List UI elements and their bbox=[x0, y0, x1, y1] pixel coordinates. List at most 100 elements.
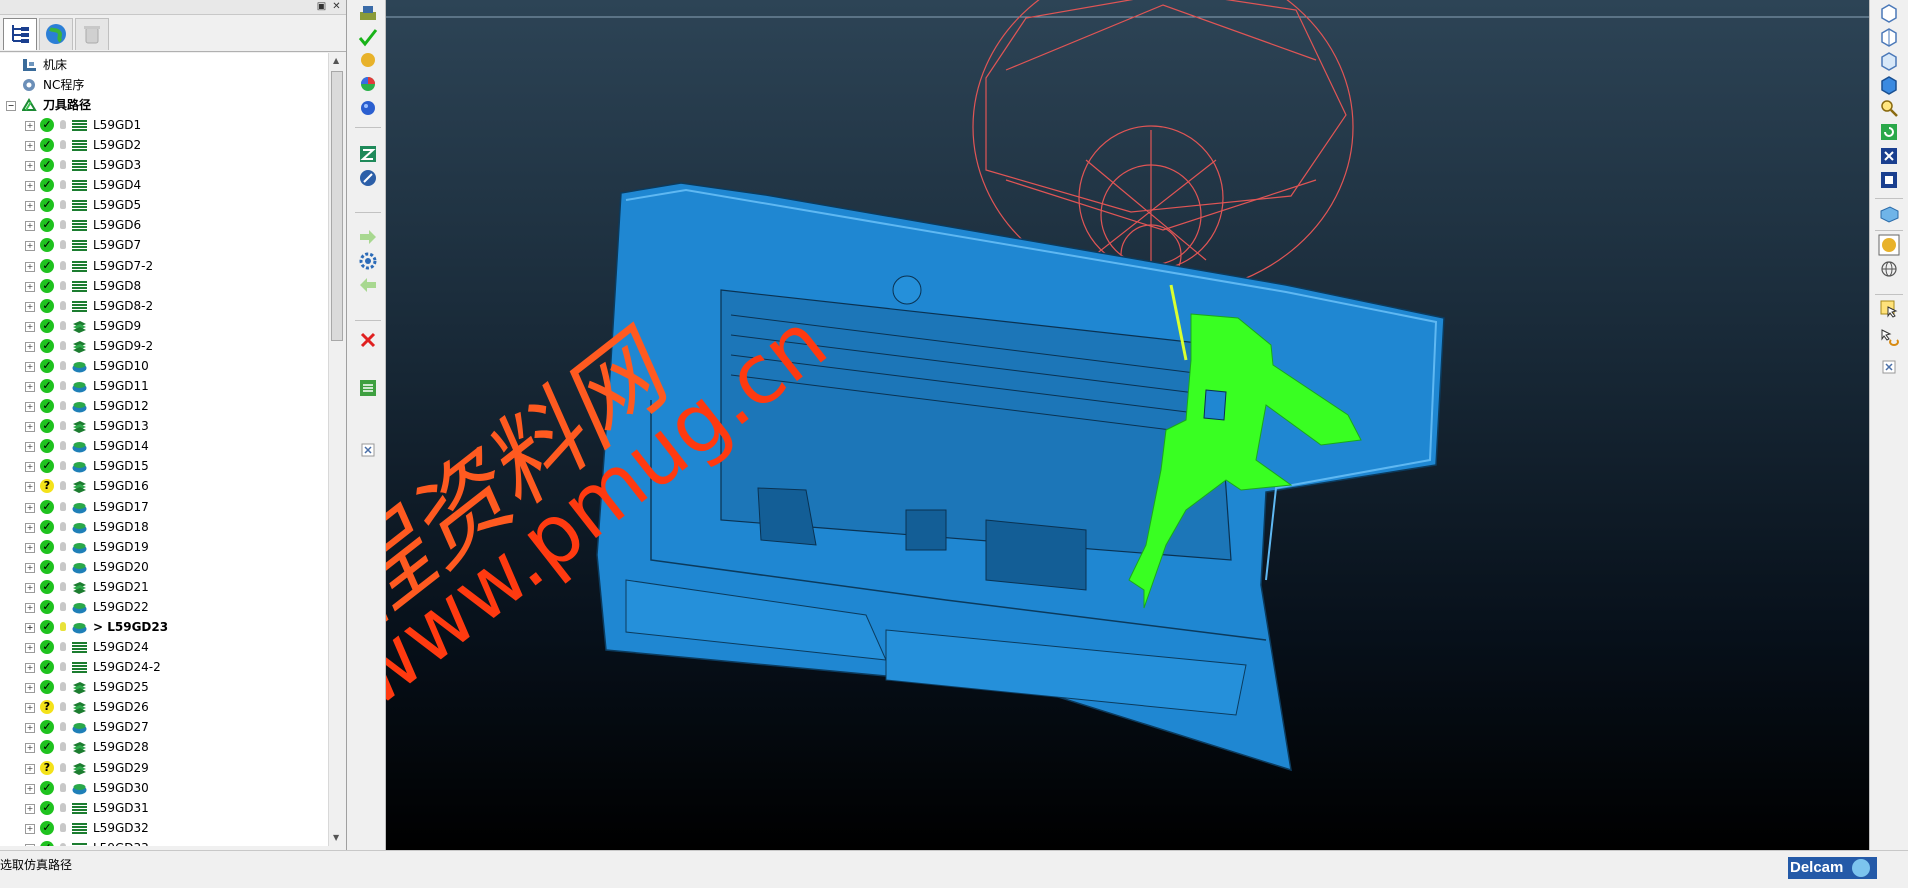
expand-icon[interactable]: + bbox=[25, 221, 35, 231]
lightbulb-icon[interactable] bbox=[60, 401, 66, 410]
expand-icon[interactable]: + bbox=[25, 844, 35, 846]
toolpath-row[interactable]: +✓L59GD14 bbox=[0, 436, 328, 456]
globe-tab[interactable] bbox=[39, 18, 73, 50]
tree-item-machine[interactable]: 机床 bbox=[0, 55, 328, 75]
tree-item-toolpaths[interactable]: − 刀具路径 bbox=[0, 95, 328, 115]
lightbulb-icon[interactable] bbox=[60, 200, 66, 209]
shaded-view-icon[interactable] bbox=[1878, 234, 1900, 256]
lightbulb-icon[interactable] bbox=[60, 261, 66, 270]
expand-icon[interactable]: + bbox=[25, 764, 35, 774]
view-iso3-icon[interactable] bbox=[1878, 49, 1900, 71]
lightbulb-icon[interactable] bbox=[60, 180, 66, 189]
lightbulb-icon[interactable] bbox=[60, 582, 66, 591]
expand-icon[interactable]: + bbox=[25, 703, 35, 713]
blue-shading-icon[interactable] bbox=[357, 97, 379, 119]
scroll-up-icon[interactable]: ▲ bbox=[333, 56, 339, 65]
toolpath-row[interactable]: +✓L59GD7 bbox=[0, 235, 328, 255]
checkmark-icon[interactable] bbox=[357, 26, 379, 48]
select-cursor-icon[interactable] bbox=[1878, 298, 1900, 320]
block-icon[interactable] bbox=[1878, 202, 1900, 224]
lightbulb-icon[interactable] bbox=[60, 763, 66, 772]
toolpath-row[interactable]: +✓L59GD6 bbox=[0, 215, 328, 235]
expand-icon[interactable]: + bbox=[25, 503, 35, 513]
lightbulb-icon[interactable] bbox=[60, 642, 66, 651]
stock-model-icon[interactable] bbox=[357, 143, 379, 165]
lightbulb-icon[interactable] bbox=[60, 742, 66, 751]
toolpath-row[interactable]: +✓L59GD10 bbox=[0, 356, 328, 376]
expand-icon[interactable]: + bbox=[25, 804, 35, 814]
view-cube-icon[interactable] bbox=[1878, 73, 1900, 95]
expand-icon[interactable]: + bbox=[25, 422, 35, 432]
lightbulb-icon[interactable] bbox=[60, 120, 66, 129]
expand-icon[interactable]: + bbox=[25, 181, 35, 191]
tree-item-nc-programs[interactable]: NC程序 bbox=[0, 75, 328, 95]
lightbulb-icon[interactable] bbox=[60, 481, 66, 490]
expand-icon[interactable]: + bbox=[25, 201, 35, 211]
forward-arrow-icon[interactable] bbox=[357, 226, 379, 248]
refresh-icon[interactable] bbox=[1878, 121, 1900, 143]
toolpath-row[interactable]: +✓L59GD21 bbox=[0, 577, 328, 597]
toolpath-row[interactable]: +✓L59GD24 bbox=[0, 637, 328, 657]
simulation-icon[interactable] bbox=[357, 2, 379, 24]
lightbulb-icon[interactable] bbox=[60, 441, 66, 450]
toolpath-row[interactable]: +✓L59GD9-2 bbox=[0, 336, 328, 356]
toolpath-row[interactable]: +✓L59GD30 bbox=[0, 778, 328, 798]
lightbulb-icon[interactable] bbox=[60, 602, 66, 611]
expand-icon[interactable]: + bbox=[25, 563, 35, 573]
expand-icon[interactable]: + bbox=[25, 382, 35, 392]
expand-icon[interactable]: + bbox=[25, 603, 35, 613]
lightbulb-icon[interactable] bbox=[60, 702, 66, 711]
explorer-tree-tab[interactable] bbox=[3, 18, 37, 50]
toolpath-row[interactable]: +✓L59GD20 bbox=[0, 557, 328, 577]
expand-icon[interactable]: + bbox=[25, 302, 35, 312]
shading-ball-icon[interactable] bbox=[357, 49, 379, 71]
toolpath-row[interactable]: +✓L59GD11 bbox=[0, 376, 328, 396]
expand-icon[interactable]: + bbox=[25, 462, 35, 472]
expand-icon[interactable]: + bbox=[25, 543, 35, 553]
expand-icon[interactable]: + bbox=[25, 623, 35, 633]
list-panel-icon[interactable] bbox=[357, 377, 379, 399]
lightbulb-icon[interactable] bbox=[60, 562, 66, 571]
toolpath-row[interactable]: +✓L59GD8 bbox=[0, 276, 328, 296]
toolpath-row[interactable]: +✓L59GD4 bbox=[0, 175, 328, 195]
lightbulb-icon[interactable] bbox=[60, 381, 66, 390]
toolpath-row[interactable]: +✓L59GD17 bbox=[0, 497, 328, 517]
toolpath-row[interactable]: +✓L59GD31 bbox=[0, 798, 328, 818]
expand-icon[interactable]: + bbox=[25, 643, 35, 653]
lightbulb-icon[interactable] bbox=[60, 341, 66, 350]
settings-gear-icon[interactable] bbox=[357, 250, 379, 272]
expand-icon[interactable]: + bbox=[25, 262, 35, 272]
lightbulb-icon[interactable] bbox=[60, 803, 66, 812]
zoom-icon[interactable] bbox=[1878, 97, 1900, 119]
toolpath-row[interactable]: +✓L59GD3 bbox=[0, 155, 328, 175]
expand-icon[interactable]: + bbox=[25, 743, 35, 753]
expand-icon[interactable]: + bbox=[25, 402, 35, 412]
panel-close-icon[interactable]: ✕ bbox=[331, 1, 342, 12]
toolpath-row[interactable]: +✓L59GD18 bbox=[0, 517, 328, 537]
expand-icon[interactable]: + bbox=[25, 442, 35, 452]
lightbulb-icon[interactable] bbox=[60, 281, 66, 290]
tree-scrollbar[interactable]: ▲ ▼ bbox=[328, 53, 346, 846]
lightbulb-icon[interactable] bbox=[60, 522, 66, 531]
toolpath-row[interactable]: +✓L59GD24-2 bbox=[0, 657, 328, 677]
lightbulb-icon[interactable] bbox=[60, 823, 66, 832]
toolpath-row[interactable]: +✓L59GD33 bbox=[0, 838, 328, 846]
expand-icon[interactable]: + bbox=[25, 322, 35, 332]
toolpath-row[interactable]: +✓L59GD2 bbox=[0, 135, 328, 155]
lightbulb-icon[interactable] bbox=[60, 722, 66, 731]
lightbulb-icon[interactable] bbox=[60, 321, 66, 330]
expand-icon[interactable]: + bbox=[25, 342, 35, 352]
back-arrow-icon[interactable] bbox=[357, 274, 379, 296]
scrollbar-thumb[interactable] bbox=[331, 71, 343, 341]
toolpath-row[interactable]: +✓L59GD19 bbox=[0, 537, 328, 557]
toolpath-row[interactable]: +?L59GD16 bbox=[0, 476, 328, 496]
delete-x-icon[interactable] bbox=[357, 329, 379, 351]
toolpath-row[interactable]: +✓L59GD32 bbox=[0, 818, 328, 838]
lightbulb-icon[interactable] bbox=[60, 461, 66, 470]
toolpath-row[interactable]: +✓L59GD8-2 bbox=[0, 296, 328, 316]
expand-icon[interactable]: + bbox=[25, 121, 35, 131]
lightbulb-icon[interactable] bbox=[60, 361, 66, 370]
close-toolbar-icon[interactable] bbox=[357, 439, 379, 461]
lightbulb-icon[interactable] bbox=[60, 502, 66, 511]
expand-icon[interactable]: + bbox=[25, 723, 35, 733]
